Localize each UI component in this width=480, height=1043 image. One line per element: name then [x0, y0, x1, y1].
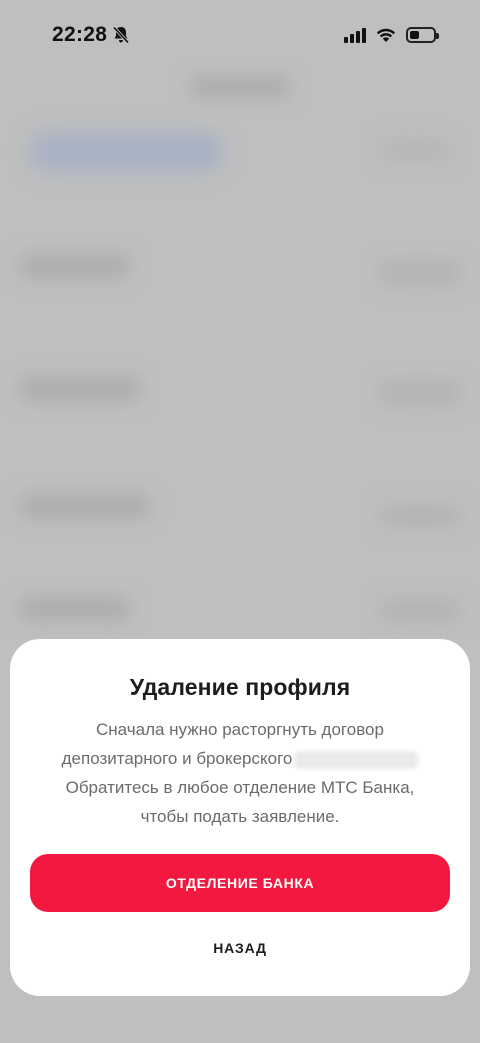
- status-bar: 22:28: [0, 0, 480, 70]
- screen: 22:28 Удаление профиля Сначала нужно рас…: [0, 0, 480, 1043]
- dialog-message-line: чтобы подать заявление.: [140, 807, 340, 826]
- wifi-icon: [376, 27, 396, 43]
- dialog-message: Сначала нужно расторгнуть договор депози…: [40, 715, 440, 831]
- dialog-title: Удаление профиля: [129, 674, 351, 700]
- status-icons: [344, 27, 439, 43]
- delete-profile-dialog: Удаление профиля Сначала нужно расторгну…: [10, 639, 470, 996]
- dialog-message-line: Обратитесь в любое отделение МТС Банка,: [65, 778, 415, 797]
- back-button[interactable]: НАЗАД: [201, 934, 279, 962]
- dialog-message-line: Сначала нужно расторгнуть договор: [96, 720, 384, 739]
- status-time: 22:28: [52, 23, 108, 46]
- bank-branch-button[interactable]: ОТДЕЛЕНИЕ БАНКА: [30, 854, 450, 912]
- signal-icon: [344, 27, 366, 43]
- dialog-message-line: депозитарного и брокерского: [40, 744, 440, 773]
- dialog-message-text: депозитарного и брокерского: [61, 749, 293, 768]
- bell-slash-icon: [113, 26, 130, 44]
- battery-icon: [406, 27, 439, 43]
- redacted-text: [294, 750, 419, 769]
- status-time-group: 22:28: [52, 23, 130, 47]
- battery-level: [410, 31, 419, 39]
